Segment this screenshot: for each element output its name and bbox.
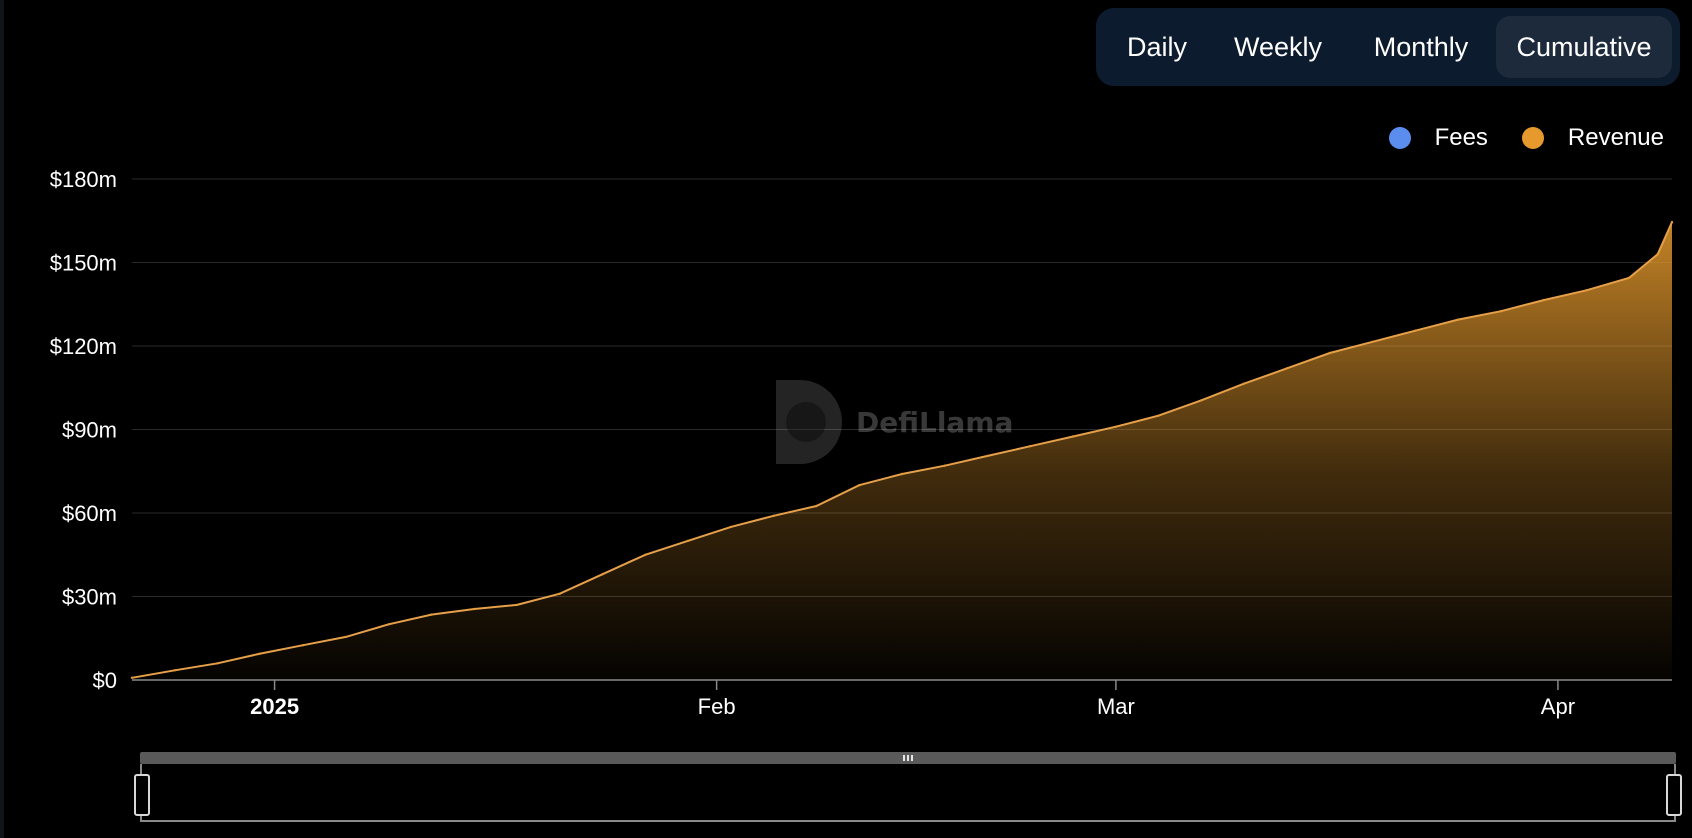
revenue-data-point — [430, 613, 433, 616]
revenue-data-point — [1328, 351, 1332, 355]
y-tick-label: $120m — [50, 334, 117, 359]
revenue-data-point — [943, 464, 946, 467]
revenue-data-point — [1157, 414, 1160, 417]
revenue-data-point — [1585, 289, 1588, 292]
revenue-data-point — [900, 472, 904, 476]
grip-icon — [903, 755, 913, 761]
revenue-data-point — [130, 676, 134, 679]
revenue-data-point — [1114, 425, 1118, 428]
revenue-data-point — [173, 669, 176, 672]
revenue-data-point — [1670, 220, 1674, 224]
revenue-data-point — [301, 644, 305, 647]
x-tick-label: Feb — [698, 694, 736, 719]
revenue-data-point — [644, 553, 647, 556]
revenue-data-point — [216, 662, 219, 665]
zoom-end-handle[interactable] — [1666, 774, 1682, 816]
revenue-area — [132, 222, 1672, 680]
revenue-data-point — [1071, 435, 1075, 438]
revenue-data-point — [1414, 329, 1417, 332]
revenue-data-point — [558, 592, 561, 595]
revenue-data-point — [1285, 367, 1289, 370]
revenue-data-point — [1371, 340, 1374, 343]
revenue-data-point — [986, 454, 989, 458]
y-tick-label: $180m — [50, 167, 117, 192]
zoom-window[interactable] — [140, 764, 1676, 822]
zoom-range-bar[interactable] — [140, 752, 1676, 764]
revenue-data-point — [473, 607, 476, 611]
revenue-data-point — [686, 539, 690, 542]
x-tick-label: 2025 — [250, 694, 299, 719]
revenue-data-point — [1542, 298, 1545, 302]
revenue-data-point — [1499, 310, 1503, 313]
cumulative-revenue-chart: $0$30m$60m$90m$120m$150m$180m DefiLlama … — [50, 167, 1674, 719]
revenue-data-point — [815, 504, 818, 508]
revenue-data-point — [1200, 399, 1203, 402]
revenue-data-point — [1656, 253, 1659, 256]
data-zoom-slider[interactable] — [134, 752, 1682, 824]
y-tick-label: $0 — [93, 668, 117, 693]
revenue-data-point — [1456, 318, 1460, 321]
revenue-data-point — [858, 484, 861, 487]
defillama-watermark: DefiLlama — [776, 380, 1013, 464]
revenue-data-point — [772, 514, 775, 517]
y-tick-label: $150m — [50, 251, 117, 276]
revenue-data-point — [729, 525, 733, 529]
revenue-data-point — [344, 635, 348, 639]
zoom-start-handle[interactable] — [134, 774, 150, 816]
revenue-data-point — [1628, 276, 1631, 279]
revenue-data-point — [1243, 382, 1246, 385]
y-tick-label: $90m — [62, 418, 117, 443]
revenue-data-point — [601, 573, 604, 576]
y-tick-label: $60m — [62, 501, 117, 526]
y-tick-label: $30m — [62, 585, 117, 610]
x-tick-label: Apr — [1541, 694, 1575, 719]
revenue-data-point — [1029, 445, 1032, 448]
x-tick-label: Mar — [1097, 694, 1135, 719]
x-axis-ticks: 2025 Feb Mar Apr — [250, 680, 1575, 719]
watermark-text: DefiLlama — [856, 406, 1013, 439]
y-axis-tick-labels: $0 $30m $60m $90m $120m $150m $180m — [50, 167, 117, 693]
revenue-data-point — [387, 623, 390, 626]
revenue-data-point — [515, 603, 519, 607]
revenue-data-point — [259, 652, 262, 655]
